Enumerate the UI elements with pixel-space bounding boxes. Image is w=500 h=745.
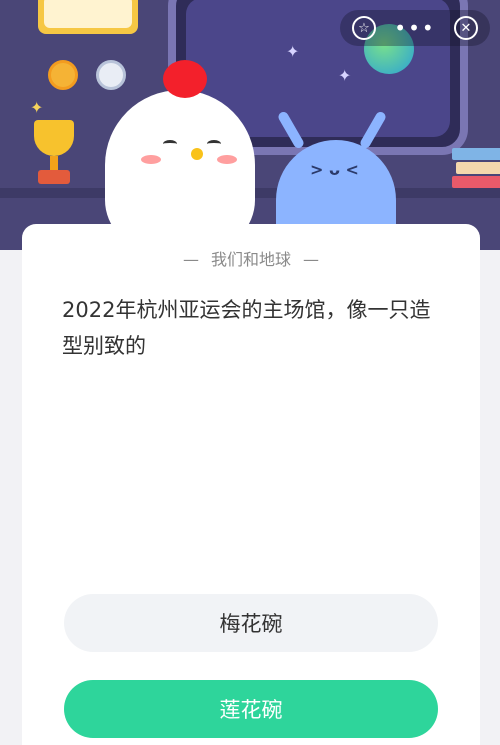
chicken-mascot (105, 60, 255, 250)
trophy-icon (28, 120, 80, 190)
sparkle-icon: ✦ (338, 66, 352, 85)
badge-shelf (38, 0, 138, 34)
category-dash-left: — (182, 250, 199, 269)
question-text: 2022年杭州亚运会的主场馆，像一只造型别致的 (62, 298, 431, 358)
quiz-card: — 我们和地球 — 2022年杭州亚运会的主场馆，像一只造型别致的 梅花碗 莲花碗 (22, 224, 480, 745)
more-icon[interactable]: ••• (394, 18, 435, 38)
sparkle-icon: ✦ (286, 42, 300, 61)
books-icon (452, 148, 500, 193)
category-dash-right: — (303, 250, 319, 269)
option-b-button[interactable]: 莲花碗 (64, 680, 438, 738)
gold-medal-icon (48, 60, 78, 90)
miniprogram-capsule: ☆ ••• ✕ (340, 10, 490, 46)
category-label: — 我们和地球 — (22, 246, 480, 270)
category-text: 我们和地球 (210, 250, 291, 269)
sparkle-icon: ✦ (30, 98, 44, 117)
header-illustration: ✦ ✦ ✦ > ᴗ < ☆ ••• ✕ (0, 0, 500, 250)
option-a-button[interactable]: 梅花碗 (64, 594, 438, 652)
close-icon[interactable]: ✕ (453, 16, 478, 40)
star-icon[interactable]: ☆ (352, 16, 376, 40)
